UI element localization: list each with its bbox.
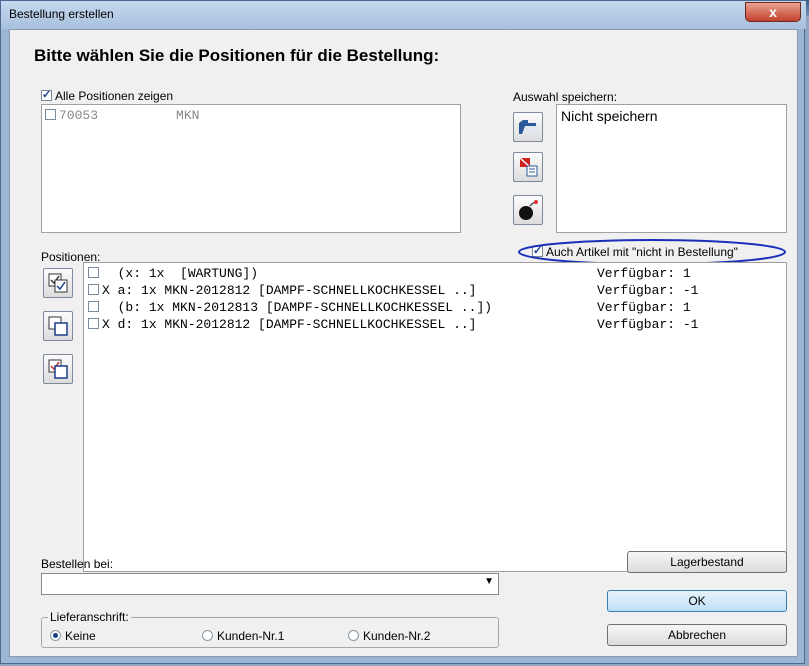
position-prefix: X xyxy=(102,317,118,332)
supplier-list[interactable]: 70053 MKN xyxy=(41,104,461,233)
close-icon: x xyxy=(769,4,777,20)
bomb-button[interactable] xyxy=(513,195,543,225)
save-selection-value: Nicht speichern xyxy=(561,108,658,124)
select-all-button[interactable] xyxy=(43,268,73,298)
show-all-positions-checkbox[interactable]: Alle Positionen zeigen xyxy=(41,88,174,103)
position-row[interactable]: (x: 1x [WARTUNG]) xyxy=(88,266,258,281)
position-text: a: 1x MKN-2012812 [DAMPF-SCHNELLKOCHKESS… xyxy=(117,283,477,298)
position-prefix xyxy=(102,266,118,281)
position-row[interactable]: X d: 1x MKN-2012812 [DAMPF-SCHNELLKOCHKE… xyxy=(88,317,476,332)
dialog-window: Bestellung erstellen x Bitte wählen Sie … xyxy=(0,0,806,664)
delivery-address-group: Lieferanschrift: Keine Kunden-Nr.1 Kunde… xyxy=(41,610,499,648)
list-item-id: 70053 xyxy=(59,108,99,123)
show-all-positions-label: Alle Positionen zeigen xyxy=(55,89,174,103)
uncheck-all-icon xyxy=(48,316,68,336)
position-availability: Verfügbar: -1 xyxy=(597,283,699,298)
position-availability: Verfügbar: 1 xyxy=(597,300,691,315)
window-title: Bestellung erstellen xyxy=(9,7,114,21)
open-folder-button[interactable] xyxy=(513,112,543,142)
radio-label: Kunden-Nr.1 xyxy=(217,629,285,643)
save-selection-list[interactable]: Nicht speichern xyxy=(556,104,787,233)
invert-check-icon xyxy=(48,359,68,379)
checkbox-icon xyxy=(45,109,56,120)
checkbox-icon xyxy=(88,267,99,278)
page-title: Bitte wählen Sie die Positionen für die … xyxy=(34,46,440,65)
checkbox-icon xyxy=(88,284,99,295)
position-text: (b: 1x MKN-2012813 [DAMPF-SCHNELLKOCHKES… xyxy=(117,300,493,315)
position-row[interactable]: (b: 1x MKN-2012813 [DAMPF-SCHNELLKOCHKES… xyxy=(88,300,492,315)
position-text: (x: 1x [WARTUNG]) xyxy=(117,266,259,281)
radio-label: Keine xyxy=(65,629,96,643)
stock-button[interactable]: Lagerbestand xyxy=(627,551,787,573)
invert-selection-button[interactable] xyxy=(43,354,73,384)
positions-list[interactable]: (x: 1x [WARTUNG]) Verfügbar: 1 X a: 1x M… xyxy=(83,262,787,572)
position-availability: Verfügbar: 1 xyxy=(597,266,691,281)
save-selection-label: Auswahl speichern: xyxy=(513,90,618,104)
dialog-client-area: Bitte wählen Sie die Positionen für die … xyxy=(9,29,798,657)
delete-list-icon xyxy=(519,157,538,177)
position-text: d: 1x MKN-2012812 [DAMPF-SCHNELLKOCHKESS… xyxy=(117,317,477,332)
chevron-down-icon: ▼ xyxy=(484,576,494,587)
radio-icon xyxy=(202,630,213,641)
position-prefix xyxy=(102,300,118,315)
checkbox-icon xyxy=(88,318,99,329)
list-item-name: MKN xyxy=(176,108,200,123)
title-bar: Bestellung erstellen x xyxy=(1,1,806,29)
delete-save-button[interactable] xyxy=(513,152,543,182)
radio-icon xyxy=(50,630,61,641)
radio-kunden-nr2[interactable]: Kunden-Nr.2 xyxy=(348,629,430,643)
radio-kunden-nr1[interactable]: Kunden-Nr.1 xyxy=(202,629,284,643)
radio-icon xyxy=(348,630,359,641)
supplier-dropdown[interactable]: ▼ xyxy=(41,573,499,595)
list-item[interactable]: 70053 MKN xyxy=(45,108,199,123)
cancel-button[interactable]: Abbrechen xyxy=(607,624,787,646)
checkbox-icon xyxy=(88,301,99,312)
delivery-address-label: Lieferanschrift: xyxy=(48,610,131,624)
checkbox-icon xyxy=(41,88,52,101)
order-from-label: Bestellen bei: xyxy=(41,557,114,571)
position-availability: Verfügbar: -1 xyxy=(597,317,699,332)
check-all-icon xyxy=(48,273,68,293)
folder-open-icon xyxy=(519,120,539,134)
position-row[interactable]: X a: 1x MKN-2012812 [DAMPF-SCHNELLKOCHKE… xyxy=(88,283,476,298)
position-prefix: X xyxy=(102,283,118,298)
deselect-all-button[interactable] xyxy=(43,311,73,341)
close-button[interactable]: x xyxy=(745,2,801,22)
radio-label: Kunden-Nr.2 xyxy=(363,629,431,643)
ok-button[interactable]: OK xyxy=(607,590,787,612)
bomb-icon xyxy=(519,200,538,220)
radio-keine[interactable]: Keine xyxy=(50,629,96,643)
